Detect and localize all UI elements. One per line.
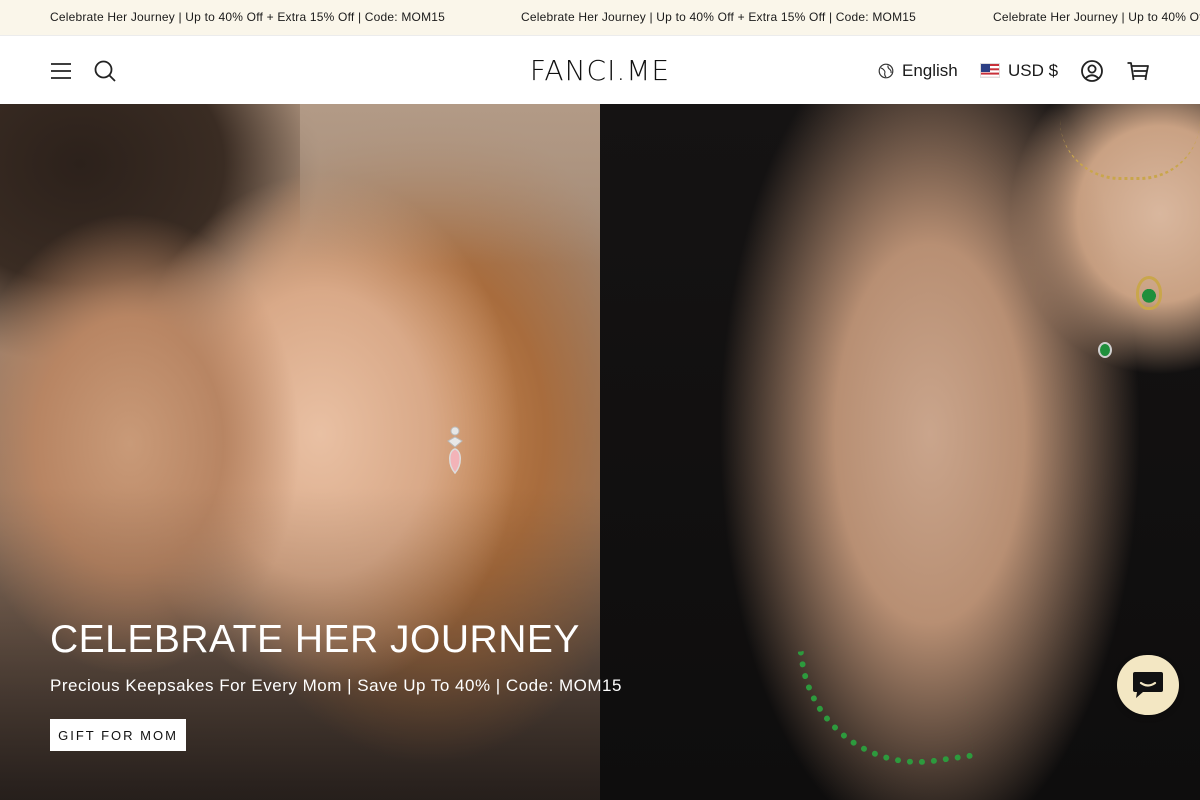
announcement-text[interactable]: Celebrate Her Journey | Up to 40% Off + … xyxy=(521,0,916,35)
globe-icon xyxy=(878,63,894,78)
currency-label: USD $ xyxy=(1008,60,1059,80)
menu-button[interactable] xyxy=(46,37,76,104)
announcement-text[interactable]: Celebrate Her Journey | Up to 40% Off + … xyxy=(50,0,445,35)
language-label: English xyxy=(902,60,958,80)
account-button[interactable] xyxy=(1078,37,1106,104)
hero-title: CELEBRATE HER JOURNEY xyxy=(50,618,580,661)
account-icon xyxy=(1081,59,1103,82)
language-selector[interactable]: English xyxy=(878,37,958,104)
announcement-bar: Celebrate Her Journey | Up to 40% Off + … xyxy=(0,0,1200,36)
announcement-text[interactable]: Celebrate Her Journey | Up to 40% Off xyxy=(993,0,1200,35)
search-icon xyxy=(94,60,116,82)
hero-subtitle: Precious Keepsakes For Every Mom | Save … xyxy=(50,676,622,695)
cart-icon xyxy=(1127,61,1149,80)
emerald-ring-image xyxy=(1098,342,1112,358)
earring-image xyxy=(447,426,463,475)
search-button[interactable] xyxy=(90,37,120,104)
chat-button[interactable] xyxy=(1117,655,1179,715)
us-flag-icon xyxy=(980,63,1000,78)
menu-icon xyxy=(51,62,71,79)
chat-bubble-icon xyxy=(1133,672,1163,698)
site-header: FANCI.ME English USD $ xyxy=(0,37,1200,104)
cart-button[interactable] xyxy=(1124,37,1152,104)
emerald-pendant-image xyxy=(1136,276,1162,310)
gift-for-mom-button[interactable]: GIFT FOR MOM xyxy=(50,719,186,751)
site-logo[interactable]: FANCI.ME xyxy=(500,37,700,104)
currency-selector[interactable]: USD $ xyxy=(980,37,1058,104)
